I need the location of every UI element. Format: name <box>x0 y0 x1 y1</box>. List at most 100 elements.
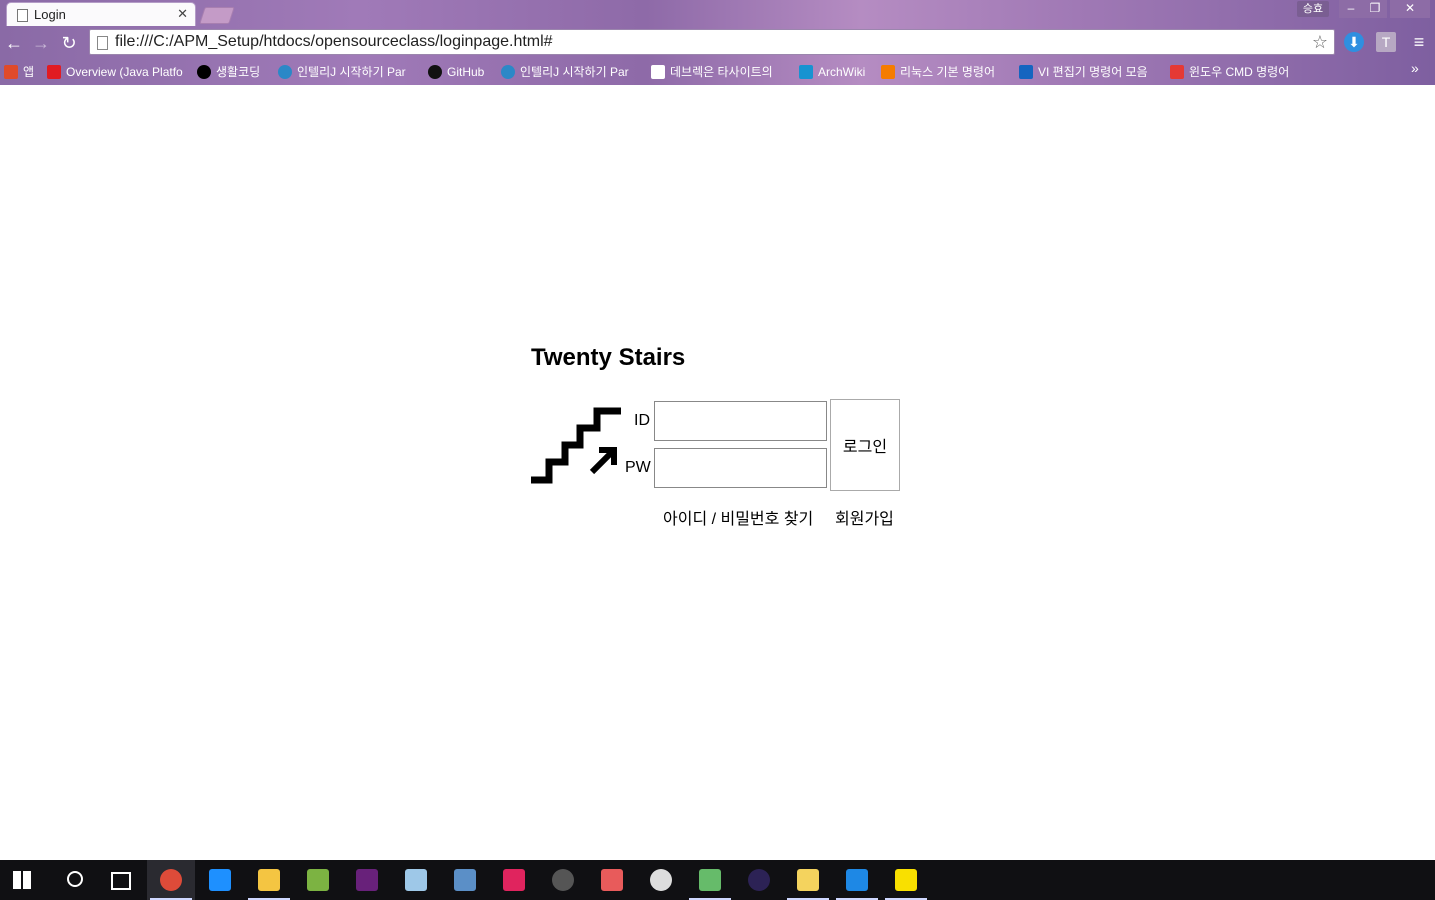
extension-t-icon[interactable]: T <box>1376 32 1396 52</box>
bookmark-item[interactable]: 생활코딩 <box>197 62 269 82</box>
kakaotalk-icon <box>895 869 917 891</box>
oracle-icon <box>47 65 61 79</box>
taskbar-button[interactable] <box>294 860 342 900</box>
sign-up-link[interactable]: 회원가입 <box>835 505 894 529</box>
toolbar: ← → ↻ ☆ ⬇ T ≡ <box>0 26 1435 59</box>
virtualbox-icon <box>454 869 476 891</box>
taskbar-button[interactable] <box>98 860 146 900</box>
site-title: Twenty Stairs <box>531 344 686 371</box>
bookmark-label: 인텔리J 시작하기 Par <box>520 65 629 79</box>
exclaim-icon <box>1019 65 1033 79</box>
bookmark-label: 리눅스 기본 명령어 <box>900 65 995 79</box>
pw-label: PW <box>625 459 651 476</box>
password-input[interactable] <box>654 448 827 488</box>
profile-button[interactable]: 승효 <box>1297 1 1329 17</box>
taskbar-button[interactable] <box>637 860 685 900</box>
chrome-icon <box>160 869 182 891</box>
minimize-icon[interactable]: ‒ <box>1339 0 1363 18</box>
tab-strip: Login ✕ 승효 ‒ ❐ ✕ <box>0 0 1435 26</box>
apm-icon <box>552 869 574 891</box>
bookmark-label: Overview (Java Platfo <box>66 65 183 79</box>
restore-icon[interactable]: ❐ <box>1363 0 1387 18</box>
start-icon <box>13 871 31 889</box>
bookmark-label: 데브렉은 타사이트의 <box>670 65 773 79</box>
id-input[interactable] <box>654 401 827 441</box>
unity-icon <box>650 869 672 891</box>
window-close-icon[interactable]: ✕ <box>1390 0 1430 18</box>
taskbar-button[interactable] <box>49 860 97 900</box>
bookmark-item[interactable]: VI 편집기 명령어 모음 <box>1019 62 1159 82</box>
bookmark-item[interactable]: 리눅스 기본 명령어 <box>881 62 1011 82</box>
tab-title: Login <box>34 7 66 22</box>
bookmark-item[interactable]: 앱 <box>4 62 40 82</box>
bookmark-label: VI 편집기 명령어 모음 <box>1038 65 1148 79</box>
bookmark-star-icon[interactable]: ☆ <box>1312 32 1328 53</box>
bookmark-item[interactable]: 인텔리J 시작하기 Par <box>278 62 418 82</box>
bookmark-label: ArchWiki <box>818 65 866 79</box>
m-icon <box>881 65 895 79</box>
atom-icon <box>699 869 721 891</box>
menu-icon[interactable]: ≡ <box>1409 32 1429 52</box>
folder-icon <box>797 869 819 891</box>
bookmark-label: GitHub <box>447 65 485 79</box>
taskbar-button[interactable] <box>735 860 783 900</box>
bookmark-item[interactable]: Overview (Java Platfo <box>47 62 187 82</box>
page-icon <box>17 9 28 22</box>
id-label: ID <box>634 412 650 429</box>
app-icon <box>405 869 427 891</box>
login-button[interactable]: 로그인 <box>830 399 900 491</box>
taskbar-button[interactable] <box>833 860 881 900</box>
taskbar-button[interactable] <box>588 860 636 900</box>
z-icon <box>1170 65 1184 79</box>
new-tab-button[interactable] <box>199 7 235 24</box>
browser-chrome: Login ✕ 승효 ‒ ❐ ✕ ← → ↻ ☆ ⬇ T ≡ 앱 Overview… <box>0 0 1435 85</box>
page-icon <box>97 36 108 50</box>
app-red-icon <box>601 869 623 891</box>
stairs-logo-icon <box>531 407 621 484</box>
taskbar-button[interactable] <box>882 860 930 900</box>
bookmark-label: 인텔리J 시작하기 Par <box>297 65 406 79</box>
ie-icon <box>209 869 231 891</box>
url-input[interactable] <box>115 32 1295 52</box>
taskbar-button[interactable] <box>441 860 489 900</box>
arch-icon <box>799 65 813 79</box>
tab-close-icon[interactable]: ✕ <box>177 6 188 22</box>
taskbar-button[interactable] <box>490 860 538 900</box>
bookmark-label: 윈도우 CMD 명령어 <box>1189 65 1290 79</box>
edge-icon <box>846 869 868 891</box>
bookmarks-overflow-icon[interactable]: » <box>1411 60 1419 76</box>
reload-icon[interactable]: ↻ <box>58 32 80 54</box>
github-icon <box>428 65 442 79</box>
taskbar-button[interactable] <box>392 860 440 900</box>
eclipse-icon <box>748 869 770 891</box>
taskbar-button[interactable] <box>147 860 195 900</box>
taskbar-button[interactable] <box>686 860 734 900</box>
dot-icon <box>197 65 211 79</box>
find-id-password-link[interactable]: 아이디 / 비밀번호 찾기 <box>663 505 813 529</box>
taskbar-button[interactable] <box>245 860 293 900</box>
bookmark-item[interactable]: ArchWiki <box>799 62 873 82</box>
bookmark-label: 생활코딩 <box>216 65 261 79</box>
android-studio-icon <box>307 869 329 891</box>
bookmark-item[interactable]: 인텔리J 시작하기 Par <box>501 62 641 82</box>
forward-arrow-icon[interactable]: → <box>30 32 52 54</box>
taskbar-button[interactable] <box>784 860 832 900</box>
file-explorer-icon <box>258 869 280 891</box>
tab-login[interactable]: Login ✕ <box>6 2 196 26</box>
back-arrow-icon[interactable]: ← <box>3 32 25 54</box>
bookmark-label: 앱 <box>23 65 35 79</box>
bookmark-item[interactable]: 데브렉은 타사이트의 <box>651 62 791 82</box>
bookmark-item[interactable]: 윈도우 CMD 명령어 <box>1170 62 1300 82</box>
taskbar-button[interactable] <box>196 860 244 900</box>
task-view-icon <box>111 872 131 890</box>
bookmarks-bar: 앱 Overview (Java Platfo 생활코딩 인텔리J 시작하기 Par G… <box>0 59 1435 85</box>
taskbar-button[interactable] <box>539 860 587 900</box>
taskbar-button[interactable] <box>343 860 391 900</box>
bookmark-item[interactable]: GitHub <box>428 62 490 82</box>
wordpress-icon <box>501 65 515 79</box>
address-bar[interactable]: ☆ <box>89 29 1335 55</box>
download-extension-icon[interactable]: ⬇ <box>1344 32 1364 52</box>
taskbar-button[interactable] <box>0 860 48 900</box>
intellij-icon <box>503 869 525 891</box>
page-icon <box>651 65 665 79</box>
